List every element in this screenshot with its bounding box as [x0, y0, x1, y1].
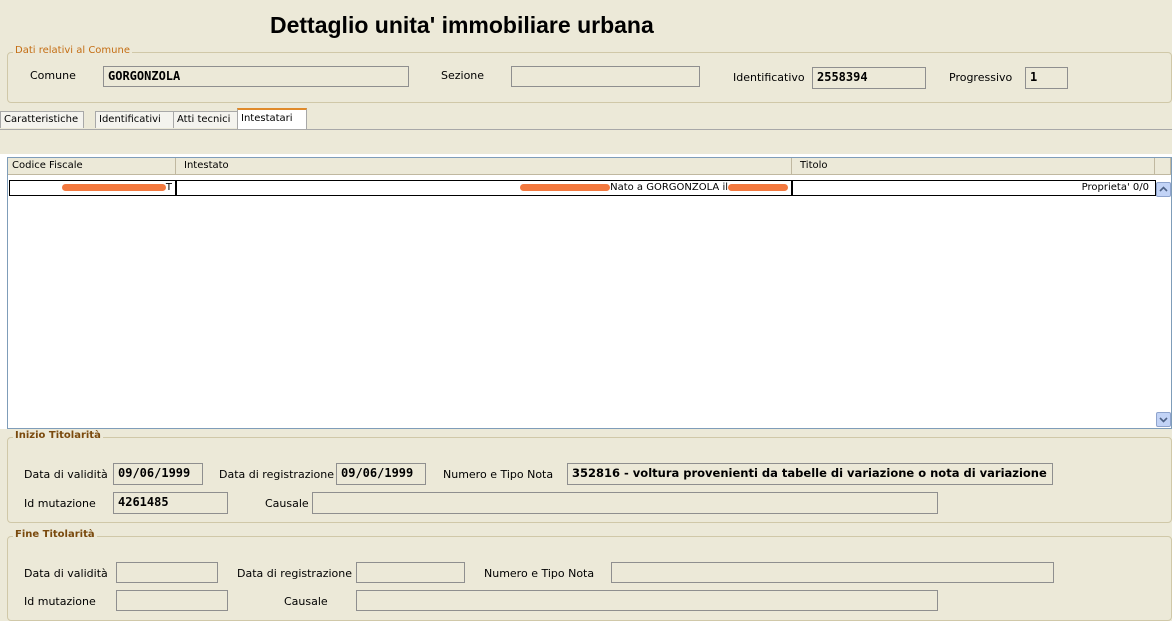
- scroll-down-button[interactable]: [1156, 412, 1171, 427]
- progressivo-field[interactable]: 1: [1025, 67, 1068, 89]
- fine-data-validita-field[interactable]: [116, 562, 218, 583]
- sezione-label: Sezione: [441, 69, 485, 82]
- cell-intestato[interactable]: Nato a GORGONZOLA il: [176, 180, 792, 196]
- fine-numero-nota-label: Numero e Tipo Nota: [484, 567, 595, 580]
- inizio-id-mutazione-label: Id mutazione: [24, 497, 96, 510]
- titolo-text: Proprieta' 0/0: [1081, 182, 1149, 193]
- identificativo-field[interactable]: 2558394: [812, 67, 926, 89]
- inizio-numero-nota-label: Numero e Tipo Nota: [443, 468, 554, 481]
- identificativo-label: Identificativo: [733, 71, 805, 84]
- cell-titolo[interactable]: Proprieta' 0/0: [792, 180, 1156, 196]
- fine-id-mutazione-label: Id mutazione: [24, 595, 96, 608]
- inizio-data-validita-field[interactable]: 09/06/1999: [113, 463, 203, 485]
- fine-causale-label: Causale: [284, 595, 328, 608]
- fine-causale-field[interactable]: [356, 590, 938, 611]
- fine-data-registrazione-label: Data di registrazione: [237, 567, 352, 580]
- column-header-filler: [1155, 158, 1171, 175]
- tab-caratteristiche[interactable]: Caratteristiche: [0, 111, 84, 128]
- chevron-down-icon: [1159, 417, 1168, 423]
- tab-strip-baseline: [0, 129, 1172, 130]
- tab-identificativi[interactable]: Identificativi: [95, 111, 177, 128]
- fine-numero-nota-field[interactable]: [611, 562, 1054, 583]
- tab-intestatari[interactable]: Intestatari: [237, 108, 307, 129]
- inizio-data-validita-label: Data di validità: [24, 468, 108, 481]
- column-header-intestato[interactable]: Intestato: [176, 158, 792, 175]
- scroll-up-button[interactable]: [1156, 182, 1171, 197]
- comune-field[interactable]: GORGONZOLA: [103, 66, 409, 87]
- inizio-data-registrazione-label: Data di registrazione: [219, 468, 334, 481]
- redacted-mark: [520, 183, 611, 191]
- codice-fiscale-text: T: [165, 182, 172, 193]
- column-header-titolo[interactable]: Titolo: [792, 158, 1155, 175]
- window-title: Dettaglio unita' immobiliare urbana: [270, 12, 654, 38]
- fine-id-mutazione-field[interactable]: [116, 590, 228, 611]
- comune-group-legend: Dati relativi al Comune: [13, 45, 132, 56]
- cell-codice-fiscale[interactable]: T: [9, 180, 176, 196]
- fine-data-validita-label: Data di validità: [24, 567, 108, 580]
- chevron-up-icon: [1159, 186, 1168, 192]
- comune-label: Comune: [30, 69, 76, 82]
- inizio-numero-nota-field[interactable]: 352816 - voltura provenienti da tabelle …: [567, 463, 1053, 485]
- redacted-mark: [61, 183, 166, 191]
- sezione-field[interactable]: [511, 66, 700, 87]
- inizio-titolarita-legend: Inizio Titolarità: [13, 430, 103, 441]
- tab-atti-tecnici[interactable]: Atti tecnici: [173, 111, 241, 128]
- intestato-text: Nato a GORGONZOLA il: [610, 182, 728, 193]
- progressivo-label: Progressivo: [949, 71, 1013, 84]
- redacted-mark: [728, 183, 788, 191]
- fine-titolarita-legend: Fine Titolarità: [13, 529, 97, 540]
- inizio-causale-field[interactable]: [312, 492, 938, 514]
- inizio-data-registrazione-field[interactable]: 09/06/1999: [336, 463, 426, 485]
- inizio-id-mutazione-field[interactable]: 4261485: [113, 492, 228, 514]
- fine-data-registrazione-field[interactable]: [356, 562, 465, 583]
- inizio-causale-label: Causale: [265, 497, 309, 510]
- intestatari-table: Codice Fiscale Intestato Titolo T Nato a…: [7, 157, 1172, 429]
- column-header-codice-fiscale[interactable]: Codice Fiscale: [8, 158, 176, 175]
